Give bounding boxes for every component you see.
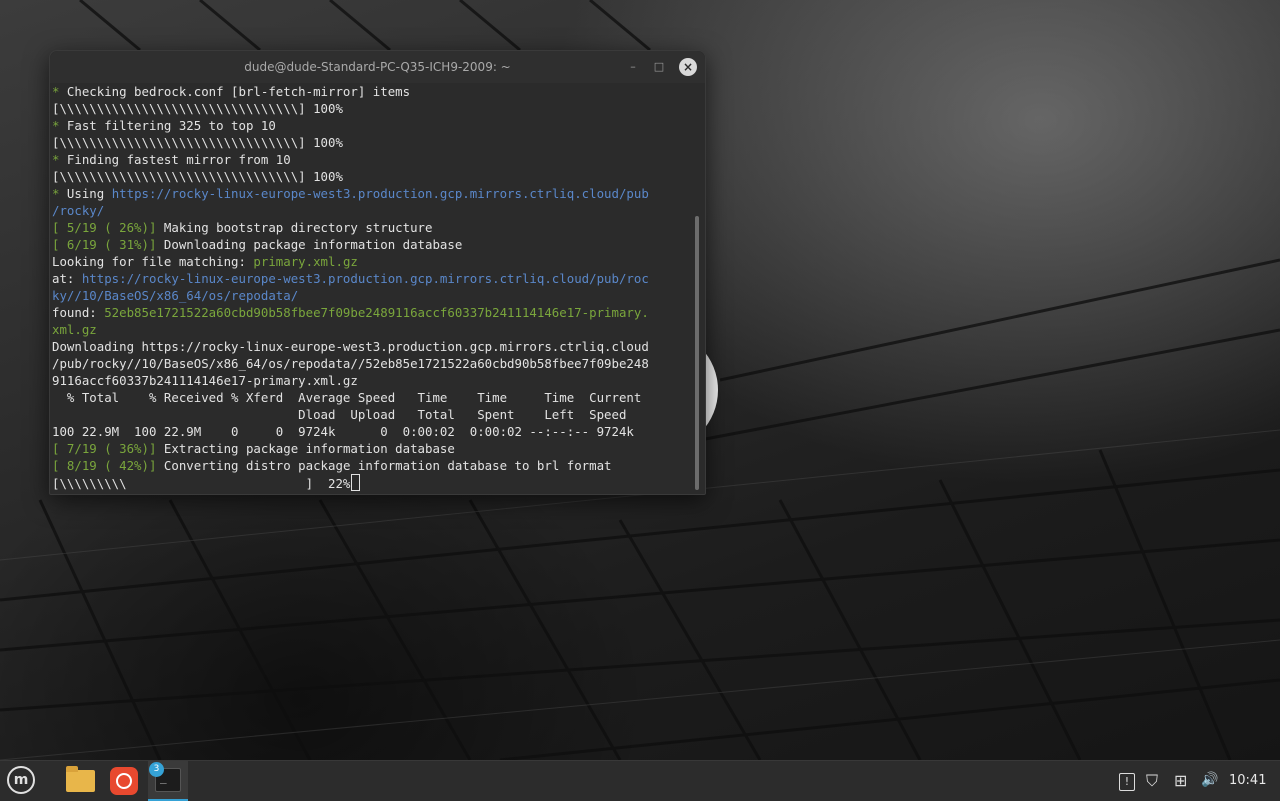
terminal-text: Extracting package information database	[163, 441, 455, 456]
terminal-line: ky//10/BaseOS/x86_64/os/repodata/	[52, 287, 692, 304]
terminal-line: [ 7/19 ( 36%)] Extracting package inform…	[52, 440, 692, 457]
terminal-line: /pub/rocky//10/BaseOS/x86_64/os/repodata…	[52, 355, 692, 372]
terminal-link[interactable]: https://rocky-linux-europe-west3.product…	[82, 271, 649, 286]
browser-launcher[interactable]	[104, 761, 144, 801]
maximize-button[interactable]: □	[651, 59, 667, 75]
terminal-line: at: https://rocky-linux-europe-west3.pro…	[52, 270, 692, 287]
terminal-line: * Using https://rocky-linux-europe-west3…	[52, 185, 692, 202]
terminal-text: *	[52, 118, 67, 133]
terminal-text: 100 22.9M 100 22.9M 0 0 9724k 0 0:00:02 …	[52, 424, 634, 439]
terminal-text: Looking for file matching:	[52, 254, 254, 269]
terminal-cursor	[351, 474, 361, 491]
terminal-text: xml.gz	[52, 322, 97, 337]
terminal-text: Checking bedrock.conf [brl-fetch-mirror]…	[66, 84, 411, 99]
terminal-text: Downloading package information database	[163, 237, 463, 252]
terminal-text: *	[52, 152, 67, 167]
terminal-text: at:	[52, 271, 82, 286]
terminal-line: 9116accf60337b241114146e17-primary.xml.g…	[52, 372, 692, 389]
browser-icon	[110, 767, 138, 795]
terminal-line: Dload Upload Total Spent Left Speed	[52, 406, 692, 423]
terminal-line: [ 8/19 ( 42%)] Converting distro package…	[52, 457, 692, 474]
terminal-text: Making bootstrap directory structure	[163, 220, 433, 235]
terminal-text: [ 8/19 ( 42%)]	[52, 458, 164, 473]
terminal-line: [\\\\\\\\\ ] 22%	[52, 474, 692, 491]
terminal-text: [\\\\\\\\\\\\\\\\\\\\\\\\\\\\\\\\] 100%	[52, 169, 343, 184]
terminal-line: found: 52eb85e1721522a60cbd90b58fbee7f09…	[52, 304, 692, 321]
minimize-button[interactable]: –	[625, 59, 641, 75]
terminal-text: Using	[66, 186, 112, 201]
terminal-text: [\\\\\\\\\ ] 22%	[52, 476, 351, 491]
window-title: dude@dude-Standard-PC-Q35-ICH9-2009: ~	[244, 60, 511, 74]
terminal-line: [\\\\\\\\\\\\\\\\\\\\\\\\\\\\\\\\] 100%	[52, 100, 692, 117]
notes-tray-icon[interactable]: !	[1119, 773, 1135, 791]
terminal-text: Downloading https://rocky-linux-europe-w…	[52, 339, 649, 354]
terminal-line: [\\\\\\\\\\\\\\\\\\\\\\\\\\\\\\\\] 100%	[52, 168, 692, 185]
terminal-line: [ 6/19 ( 31%)] Downloading package infor…	[52, 236, 692, 253]
terminal-text: [ 7/19 ( 36%)]	[52, 441, 164, 456]
taskbar: m _ 3 ! ⛉ ⊞ 🔊 10:41	[0, 760, 1280, 801]
terminal-text: *	[52, 84, 67, 99]
terminal-output[interactable]: * Checking bedrock.conf [brl-fetch-mirro…	[52, 83, 692, 491]
terminal-line: Downloading https://rocky-linux-europe-w…	[52, 338, 692, 355]
terminal-text: [ 6/19 ( 31%)]	[52, 237, 164, 252]
terminal-line: Looking for file matching: primary.xml.g…	[52, 253, 692, 270]
terminal-text: /pub/rocky//10/BaseOS/x86_64/os/repodata…	[52, 356, 649, 371]
terminal-text: [\\\\\\\\\\\\\\\\\\\\\\\\\\\\\\\\] 100%	[52, 135, 343, 150]
terminal-text: *	[52, 186, 67, 201]
terminal-taskbar-button[interactable]: _ 3	[148, 761, 188, 801]
terminal-text: Converting distro package information da…	[163, 458, 612, 473]
terminal-text: [ 5/19 ( 26%)]	[52, 220, 164, 235]
terminal-text: Dload Upload Total Spent Left Speed	[52, 407, 627, 422]
terminal-line: /rocky/	[52, 202, 692, 219]
terminal-scrollbar[interactable]	[695, 216, 699, 490]
terminal-text: 52eb85e1721522a60cbd90b58fbee7f09be24891…	[104, 305, 649, 320]
terminal-line: * Finding fastest mirror from 10	[52, 151, 692, 168]
window-titlebar[interactable]: dude@dude-Standard-PC-Q35-ICH9-2009: ~ –…	[50, 51, 705, 83]
files-launcher[interactable]	[60, 761, 100, 801]
terminal-line: xml.gz	[52, 321, 692, 338]
folder-icon	[66, 766, 95, 792]
terminal-link[interactable]: https://rocky-linux-europe-west3.product…	[112, 186, 649, 201]
terminal-line: * Fast filtering 325 to top 10	[52, 117, 692, 134]
linux-mint-logo-icon: m	[7, 766, 35, 794]
terminal-line: 100 22.9M 100 22.9M 0 0 9724k 0 0:00:02 …	[52, 423, 692, 440]
terminal-link[interactable]: /rocky/	[52, 203, 104, 218]
network-icon[interactable]: ⊞	[1174, 771, 1187, 790]
terminal-text: % Total % Received % Xferd Average Speed…	[52, 390, 642, 405]
terminal-text: [\\\\\\\\\\\\\\\\\\\\\\\\\\\\\\\\] 100%	[52, 101, 343, 116]
terminal-line: * Checking bedrock.conf [brl-fetch-mirro…	[52, 83, 692, 100]
terminal-line: [\\\\\\\\\\\\\\\\\\\\\\\\\\\\\\\\] 100%	[52, 134, 692, 151]
terminal-line: [ 5/19 ( 26%)] Making bootstrap director…	[52, 219, 692, 236]
terminal-text: primary.xml.gz	[253, 254, 358, 269]
terminal-window[interactable]: dude@dude-Standard-PC-Q35-ICH9-2009: ~ –…	[49, 50, 706, 495]
terminal-text: 9116accf60337b241114146e17-primary.xml.g…	[52, 373, 358, 388]
terminal-link[interactable]: ky//10/BaseOS/x86_64/os/repodata/	[52, 288, 298, 303]
update-shield-icon[interactable]: ⛉	[1146, 771, 1158, 791]
close-button[interactable]: ×	[679, 58, 697, 76]
menu-button[interactable]: m	[0, 761, 44, 801]
terminal-line: % Total % Received % Xferd Average Speed…	[52, 389, 692, 406]
terminal-text: found:	[52, 305, 105, 320]
window-count-badge: 3	[149, 762, 164, 777]
volume-icon[interactable]: 🔊	[1201, 772, 1218, 788]
terminal-text: Finding fastest mirror from 10	[66, 152, 291, 167]
terminal-text: Fast filtering 325 to top 10	[66, 118, 276, 133]
clock[interactable]: 10:41	[1229, 773, 1266, 788]
